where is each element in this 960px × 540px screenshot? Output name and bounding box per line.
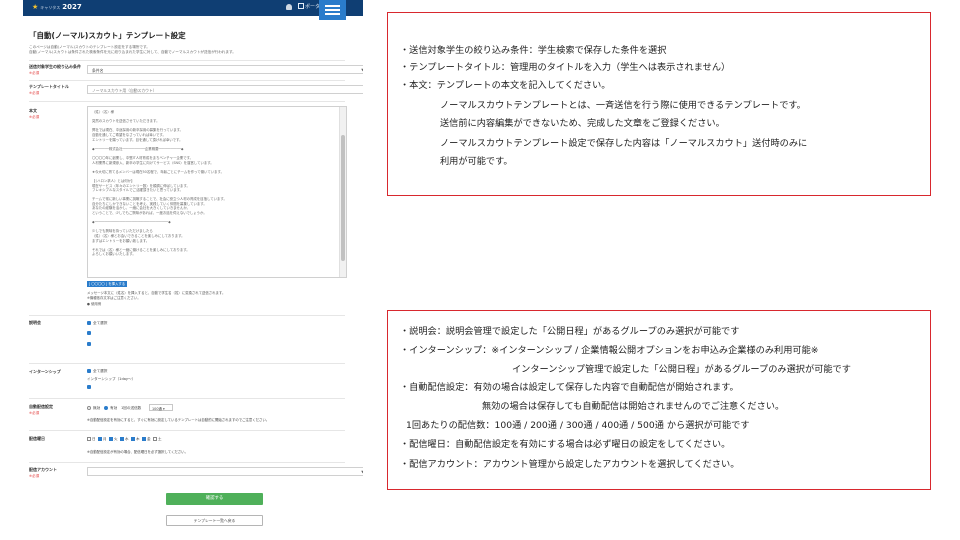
day-checkbox[interactable]: [87, 437, 91, 441]
annotation-line: ・インターンシップ：※インターンシップ / 企業情報公開オプションをお申込み企業…: [400, 345, 819, 356]
divider: [29, 315, 345, 316]
app-logo[interactable]: ★ キャリタス 2027: [32, 3, 82, 11]
day-label: 月: [103, 437, 107, 441]
auto-delivery-on-radio[interactable]: [104, 406, 108, 410]
auto-delivery-note: ※自動配信設定を有効にすると、すぐに有効に設定しているテンプレートは自動的に開始…: [87, 418, 270, 422]
confirm-button[interactable]: 確認する: [166, 493, 263, 505]
filter-label: 送信対象学生の絞り込み条件 ※必須: [29, 64, 81, 75]
annotation-box-top: ・送信対象学生の絞り込み条件：学生検索で保存した条件を選択 ・テンプレートタイト…: [387, 12, 931, 196]
day-label: 日: [92, 437, 96, 441]
required-badge: ※必須: [29, 71, 40, 75]
annotation-line: ・送信対象学生の絞り込み条件：学生検索で保存した条件を選択: [400, 45, 667, 56]
hamburger-bar: [325, 9, 340, 11]
annotation-line: ・配信アカウント：アカウント管理から設定したアカウントを選択してください。: [400, 459, 740, 470]
logo-text: 2027: [62, 3, 82, 11]
day-label: 金: [147, 437, 151, 441]
briefing-label: 説明会: [29, 320, 41, 325]
body-text: 〈姓〉〈名〉様 突然のスカウトを送信させていただきます。 弊社では現在、中途採用の新…: [92, 110, 337, 257]
app-screenshot: ★ キャリタス 2027 ポータル 「自動(ノーマル)スカウト」テンプレート設定 こ…: [23, 0, 363, 540]
filter-select[interactable]: 条件名 ▼: [87, 65, 363, 74]
required-badge: ※必須: [29, 91, 40, 95]
body-text-line: よろしくお願いいたします。: [92, 252, 136, 257]
day-checkbox[interactable]: [131, 437, 135, 441]
auto-delivery-off-radio[interactable]: [87, 406, 91, 410]
body-note-2: ※機種依存文字はご注意ください。: [87, 296, 141, 300]
grid-icon: [298, 3, 304, 9]
required-badge: ※必須: [29, 474, 40, 478]
day-checkbox[interactable]: [153, 437, 157, 441]
internship-option-label: インターンシップ（1day～）: [87, 377, 136, 381]
annotation-line: 1回あたりの配信数：100通 / 200通 / 300通 / 400通 / 50…: [406, 420, 750, 431]
day-checkbox[interactable]: [109, 437, 113, 441]
scrollbar[interactable]: [339, 107, 346, 277]
delivery-count-label: 1回の送信数: [121, 406, 142, 410]
app-header: ★ キャリタス 2027 ポータル: [23, 0, 363, 16]
delivery-days-label: 配信曜日: [29, 436, 45, 441]
insert-name-button[interactable]: [ 〇〇〇〇 ] を挿入する: [87, 281, 127, 287]
account-select[interactable]: ▼: [87, 467, 363, 476]
annotation-line: ・説明会：説明会管理で設定した「公開日程」があるグループのみ選択が可能です: [400, 326, 740, 337]
day-label: 水: [125, 437, 129, 441]
divider: [29, 363, 345, 364]
day-label: 土: [158, 437, 162, 441]
body-note-3: ● 使用例: [87, 302, 102, 306]
annotation-line: ノーマルスカウトテンプレート設定で保存した内容は「ノーマルスカウト」送付時のみに: [440, 138, 808, 149]
required-badge: ※必須: [29, 411, 40, 415]
auto-delivery-label: 自動配信設定 ※必須: [29, 404, 53, 415]
page-description-2: 自動(ノーマル)スカウトは条件された検索条件を元に絞り込まれた学生に対して、自動…: [29, 50, 236, 54]
hamburger-menu-button[interactable]: [319, 0, 346, 20]
day-label: 木: [136, 437, 140, 441]
divider: [29, 398, 345, 399]
auto-delivery-off-label: 無効: [93, 406, 101, 410]
briefing-checkbox[interactable]: [87, 331, 91, 335]
chevron-down-icon: ▼: [361, 470, 363, 474]
body-textarea[interactable]: 〈姓〉〈名〉様 突然のスカウトを送信させていただきます。 弊社では現在、中途採用の新…: [87, 106, 347, 278]
annotation-line: 利用が可能です。: [440, 156, 513, 167]
auto-delivery-on-label: 有効: [110, 406, 118, 410]
scrollbar-thumb[interactable]: [341, 135, 345, 261]
annotation-line: ノーマルスカウトテンプレートとは、一斉送信を行う際に使用できるテンプレートです。: [440, 100, 806, 111]
internship-checkbox-all[interactable]: [87, 369, 91, 373]
template-title-input[interactable]: ノーマルスカウト用（自動スカウト）: [87, 85, 363, 94]
internship-checkbox-all-label: 全て選択: [93, 369, 108, 373]
internship-label: インターンシップ: [29, 369, 61, 374]
day-checkbox[interactable]: [98, 437, 102, 441]
divider: [29, 430, 345, 431]
back-to-list-button[interactable]: テンプレート一覧へ戻る: [166, 515, 263, 526]
hamburger-bar: [325, 13, 340, 15]
divider: [29, 462, 345, 463]
day-checkbox[interactable]: [142, 437, 146, 441]
briefing-checkbox-all[interactable]: [87, 321, 91, 325]
logo-star-icon: ★: [32, 3, 39, 11]
divider: [29, 60, 345, 61]
annotation-line: インターンシップ管理で設定した「公開日程」があるグループのみ選択が可能です: [512, 364, 851, 375]
required-badge: ※必須: [29, 115, 40, 119]
divider: [29, 101, 345, 102]
template-title-label: テンプレートタイトル ※必須: [29, 84, 69, 95]
annotation-line: ・自動配信設定：有効の場合は設定して保存した内容で自動配信が開始されます。: [400, 382, 739, 393]
account-label: 配信アカウント ※必須: [29, 467, 57, 478]
annotation-line: 無効の場合は保存しても自動配信は開始されませんのでご注意ください。: [482, 401, 785, 412]
annotation-line: ・テンプレートタイトル：管理用のタイトルを入力（学生へは表示されません）: [400, 62, 731, 73]
annotation-line: ・本文：テンプレートの本文を記入してください。: [400, 80, 611, 91]
briefing-checkbox-all-label: 全て選択: [93, 321, 108, 325]
annotation-line: 送信前に内容編集ができないため、完成した文章をご登録ください。: [440, 118, 725, 129]
annotation-line: ・配信曜日：自動配信設定を有効にする場合は必ず曜日の設定をしてください。: [400, 439, 731, 450]
bell-icon[interactable]: [286, 4, 292, 10]
day-checkbox[interactable]: [120, 437, 124, 441]
annotation-box-bottom: ・説明会：説明会管理で設定した「公開日程」があるグループのみ選択が可能です ・イ…: [387, 310, 931, 490]
delivery-count-select[interactable]: 100通 ▾: [149, 404, 173, 411]
internship-checkbox[interactable]: [87, 385, 91, 389]
chevron-down-icon: ▼: [361, 68, 363, 72]
page-title: 「自動(ノーマル)スカウト」テンプレート設定: [29, 31, 186, 40]
delivery-days-note: ※自動配信設定が有効の場合、配信曜日を必ず選択してください。: [87, 450, 188, 454]
divider: [29, 80, 345, 81]
briefing-checkbox[interactable]: [87, 342, 91, 346]
day-label: 火: [114, 437, 118, 441]
body-label: 本文 ※必須: [29, 108, 40, 119]
hamburger-bar: [325, 5, 340, 7]
logo-sub: キャリタス: [40, 5, 61, 10]
